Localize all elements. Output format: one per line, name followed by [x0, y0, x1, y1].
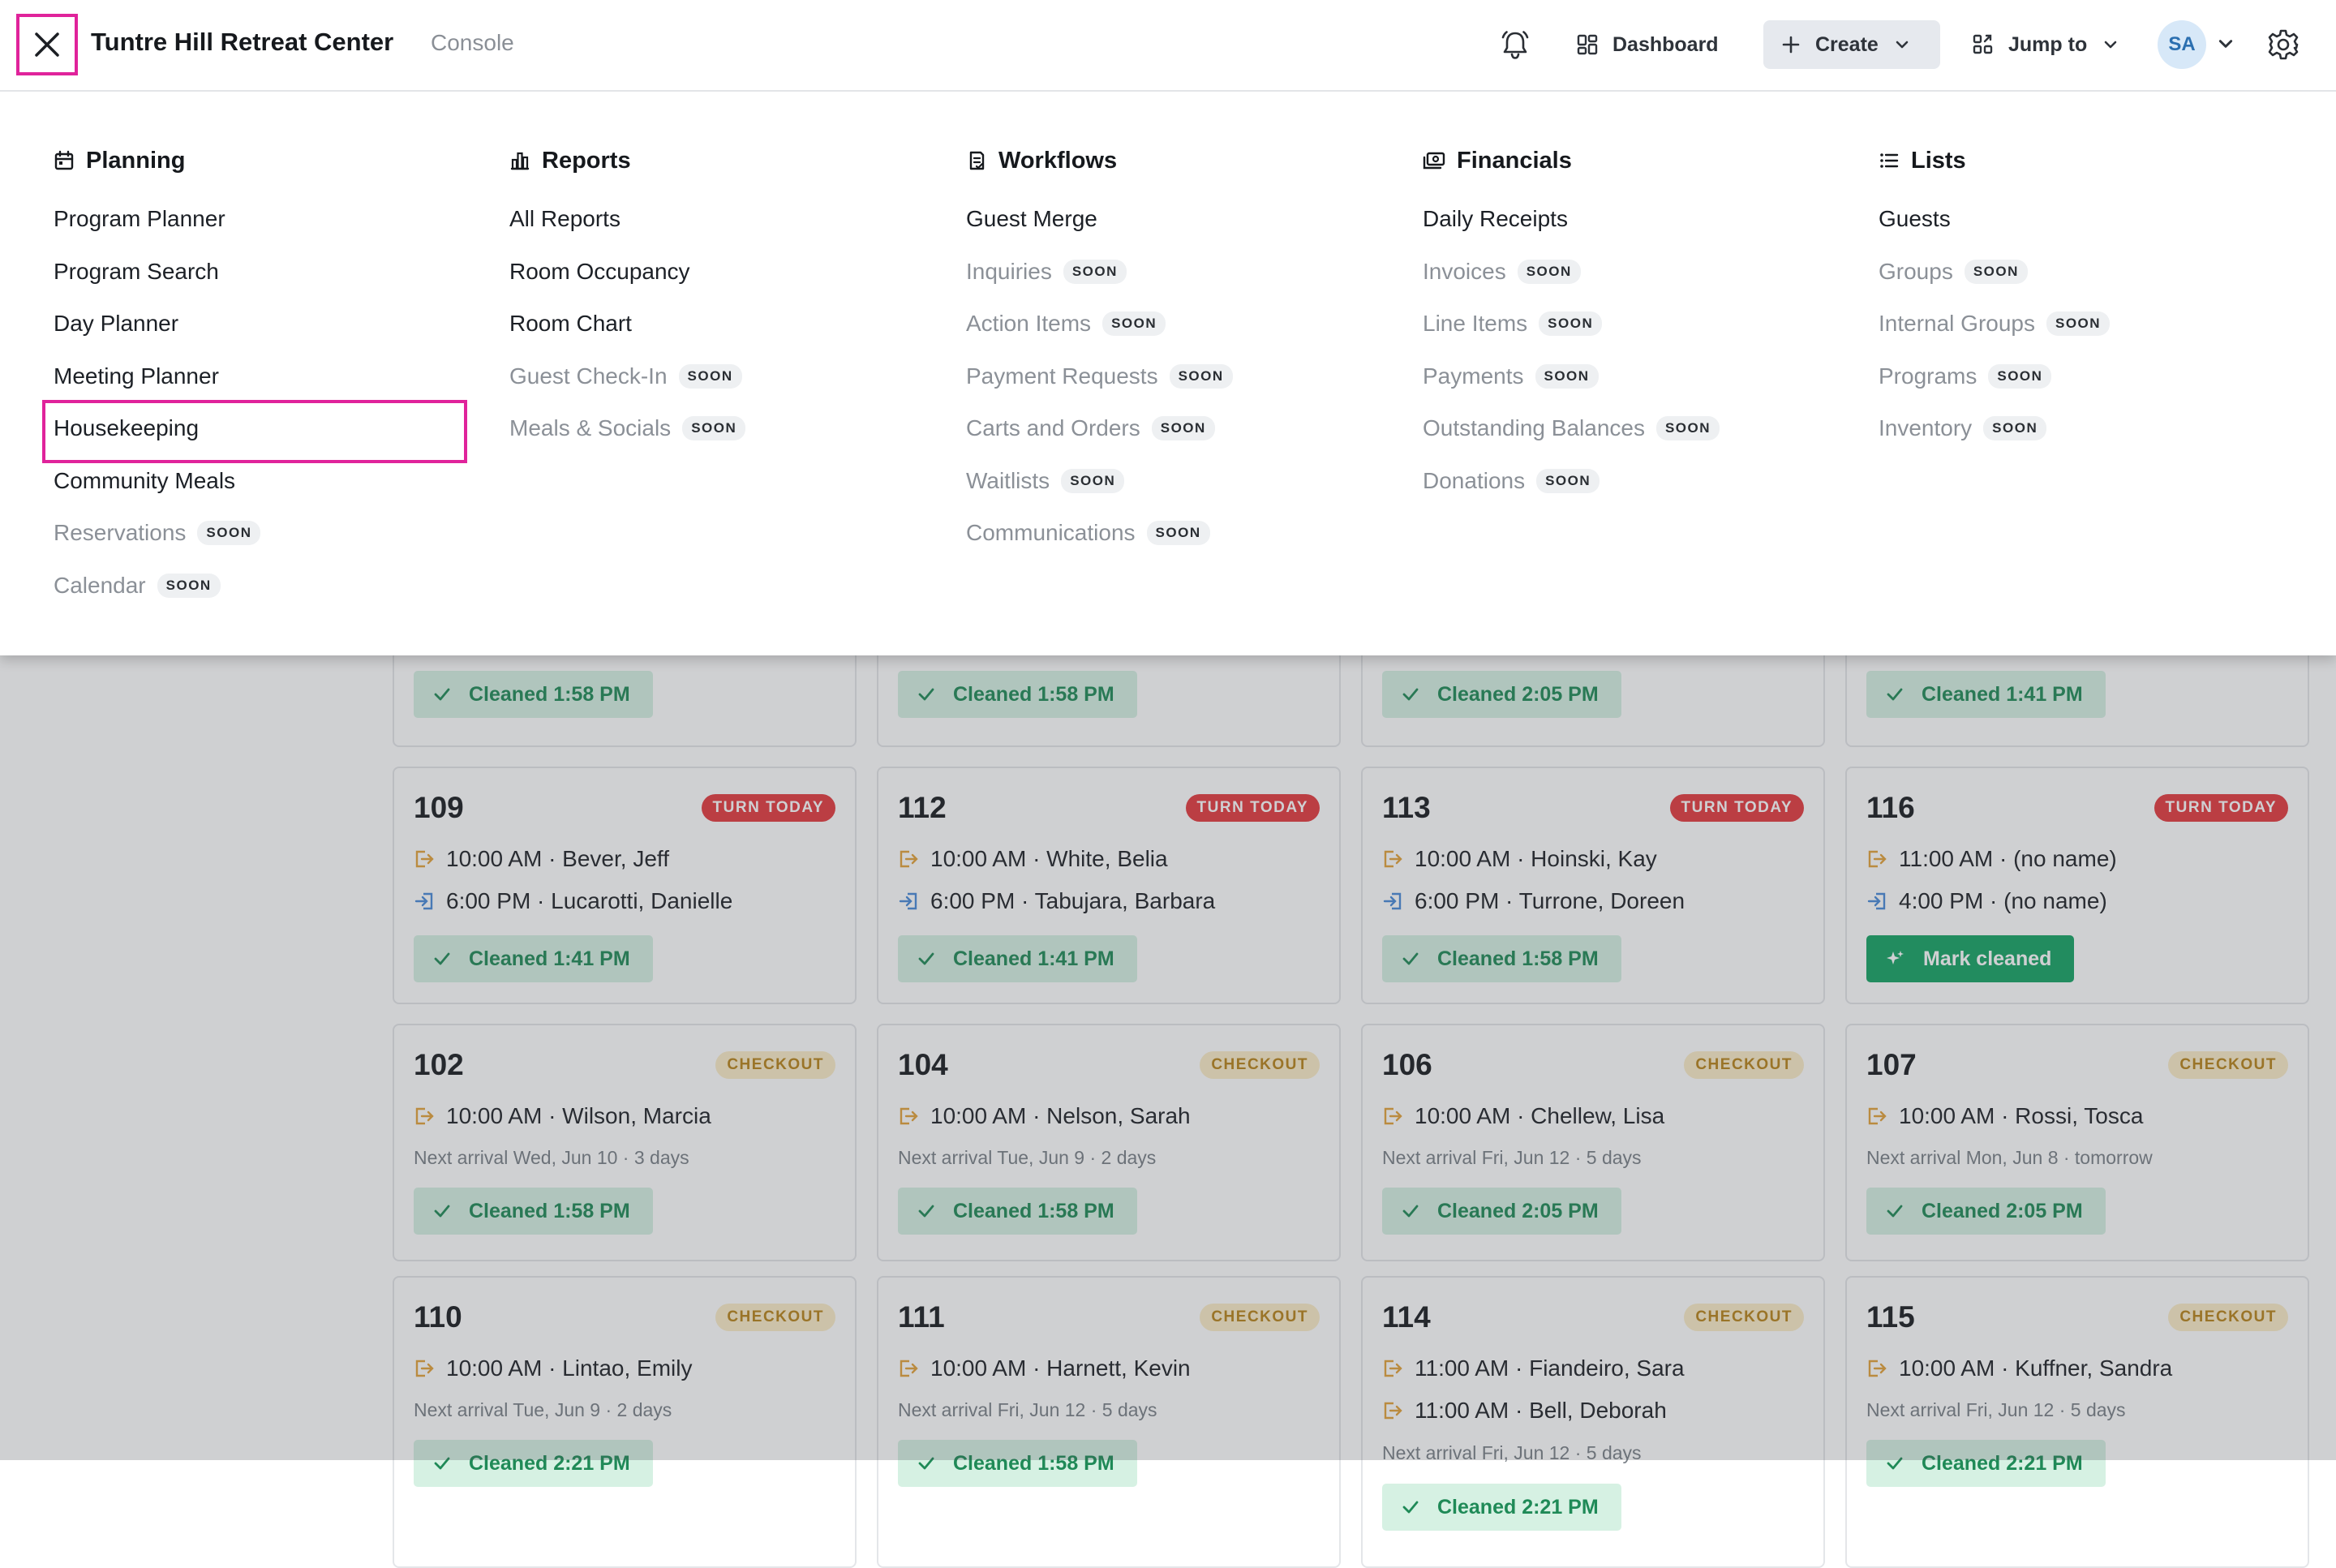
menu-item-community-meals[interactable]: Community Meals	[54, 455, 492, 508]
menu-item-day-planner[interactable]: Day Planner	[54, 298, 492, 350]
soon-badge: SOON	[1063, 259, 1127, 284]
menu-column-reports: Reports All Reports Room Occupancy Room …	[509, 143, 947, 455]
menu-item-program-search[interactable]: Program Search	[54, 246, 492, 299]
menu-heading-label: Financials	[1457, 147, 1572, 174]
menu-heading-label: Lists	[1911, 147, 1966, 174]
menu-item-housekeeping[interactable]: Housekeeping	[42, 400, 492, 463]
menu-item-programs: Programs SOON	[1879, 350, 2317, 403]
chevron-down-icon[interactable]	[2218, 36, 2234, 52]
menu-item-meeting-planner[interactable]: Meeting Planner	[54, 350, 492, 403]
chevron-down-icon	[1896, 41, 1909, 49]
menu-item-reservations: Reservations SOON	[54, 507, 492, 560]
menu-item-donations: Donations SOON	[1423, 455, 1861, 508]
soon-badge: SOON	[1536, 468, 1600, 493]
soon-badge: SOON	[682, 416, 746, 441]
menu-item-room-chart[interactable]: Room Chart	[509, 298, 947, 350]
soon-badge: SOON	[1983, 416, 2047, 441]
menu-item-action-items: Action Items SOON	[966, 298, 1404, 350]
navigation-menu: Planning Program Planner Program Search …	[0, 90, 2336, 655]
menu-heading-planning: Planning	[54, 143, 492, 178]
plus-icon	[1782, 36, 1800, 54]
menu-item-room-occupancy[interactable]: Room Occupancy	[509, 246, 947, 299]
menu-item-inquiries: Inquiries SOON	[966, 246, 1404, 299]
menu-column-financials: Financials Daily Receipts Invoices SOON L…	[1423, 143, 1861, 507]
soon-badge: SOON	[197, 521, 261, 546]
menu-item-meals-socials: Meals & Socials SOON	[509, 402, 947, 455]
soon-badge: SOON	[1151, 416, 1215, 441]
dashboard-label: Dashboard	[1612, 32, 1719, 56]
close-icon	[35, 32, 59, 57]
soon-badge: SOON	[1102, 311, 1166, 337]
soon-badge: SOON	[1988, 363, 2052, 389]
menu-item-daily-receipts[interactable]: Daily Receipts	[1423, 193, 1861, 246]
soon-badge: SOON	[1964, 259, 2028, 284]
soon-badge: SOON	[157, 573, 221, 598]
create-button[interactable]: Create	[1763, 20, 1940, 69]
soon-badge: SOON	[1535, 363, 1599, 389]
menu-item-invoices: Invoices SOON	[1423, 246, 1861, 299]
check-icon	[1402, 1501, 1419, 1514]
soon-badge: SOON	[1655, 416, 1720, 441]
app-title: Tuntre Hill Retreat Center	[91, 28, 394, 56]
soon-badge: SOON	[2046, 311, 2111, 337]
menu-heading-label: Workflows	[998, 147, 1118, 174]
cleaned-label: Cleaned 2:21 PM	[1437, 1495, 1599, 1519]
menu-item-groups: Groups SOON	[1879, 246, 2317, 299]
close-menu-button[interactable]	[16, 14, 78, 75]
menu-item-guest-check-in: Guest Check-In SOON	[509, 350, 947, 403]
bell-icon[interactable]	[1498, 28, 1532, 62]
menu-item-all-reports[interactable]: All Reports	[509, 193, 947, 246]
menu-item-guest-merge[interactable]: Guest Merge	[966, 193, 1404, 246]
create-label: Create	[1815, 32, 1879, 56]
financials-icon	[1423, 152, 1445, 170]
menu-item-program-planner[interactable]: Program Planner	[54, 193, 492, 246]
cleaned-status[interactable]: Cleaned 2:21 PM	[1382, 1484, 1621, 1531]
gear-icon[interactable]	[2266, 28, 2300, 62]
calendar-icon	[54, 150, 74, 170]
menu-item-payment-requests: Payment Requests SOON	[966, 350, 1404, 403]
menu-item-payments: Payments SOON	[1423, 350, 1861, 403]
menu-heading-lists: Lists	[1879, 143, 2317, 178]
soon-badge: SOON	[1517, 259, 1581, 284]
jump-to-label: Jump to	[2008, 32, 2088, 56]
menu-heading-reports: Reports	[509, 143, 947, 178]
menu-item-inventory: Inventory SOON	[1879, 402, 2317, 455]
top-bar: Tuntre Hill Retreat Center Console Dashb…	[0, 0, 2336, 92]
workflows-icon	[969, 151, 985, 170]
menu-item-carts-and-orders: Carts and Orders SOON	[966, 402, 1404, 455]
menu-heading-workflows: Workflows	[966, 143, 1404, 178]
menu-item-line-items: Line Items SOON	[1423, 298, 1861, 350]
app-subtitle: Console	[431, 30, 514, 55]
menu-item-calendar: Calendar SOON	[54, 560, 492, 612]
menu-item-internal-groups: Internal Groups SOON	[1879, 298, 2317, 350]
dashboard-icon	[1577, 34, 1598, 55]
chevron-down-icon	[2104, 41, 2117, 49]
menu-heading-label: Reports	[542, 147, 631, 174]
soon-badge: SOON	[1169, 363, 1233, 389]
jump-to-button[interactable]: Jump to	[1973, 20, 2118, 69]
lists-icon	[1880, 153, 1899, 168]
avatar[interactable]: SA	[2158, 20, 2206, 69]
menu-column-lists: Lists Guests Groups SOON Internal Groups S…	[1879, 143, 2317, 455]
dashboard-button[interactable]: Dashboard	[1577, 20, 1719, 69]
menu-heading-label: Planning	[86, 147, 186, 174]
reports-icon	[510, 152, 530, 170]
menu-column-planning: Planning Program Planner Program Search …	[42, 143, 492, 612]
menu-item-communications: Communications SOON	[966, 507, 1404, 560]
menu-heading-financials: Financials	[1423, 143, 1861, 178]
jump-icon	[1973, 34, 1993, 54]
menu-column-workflows: Workflows Guest Merge Inquiries SOON Acti…	[966, 143, 1404, 560]
soon-badge: SOON	[1146, 521, 1210, 546]
menu-item-outstanding-balances: Outstanding Balances SOON	[1423, 402, 1861, 455]
soon-badge: SOON	[1061, 468, 1125, 493]
soon-badge: SOON	[678, 363, 742, 389]
menu-item-guests[interactable]: Guests	[1879, 193, 2317, 246]
soon-badge: SOON	[1539, 311, 1603, 337]
menu-item-waitlists: Waitlists SOON	[966, 455, 1404, 508]
